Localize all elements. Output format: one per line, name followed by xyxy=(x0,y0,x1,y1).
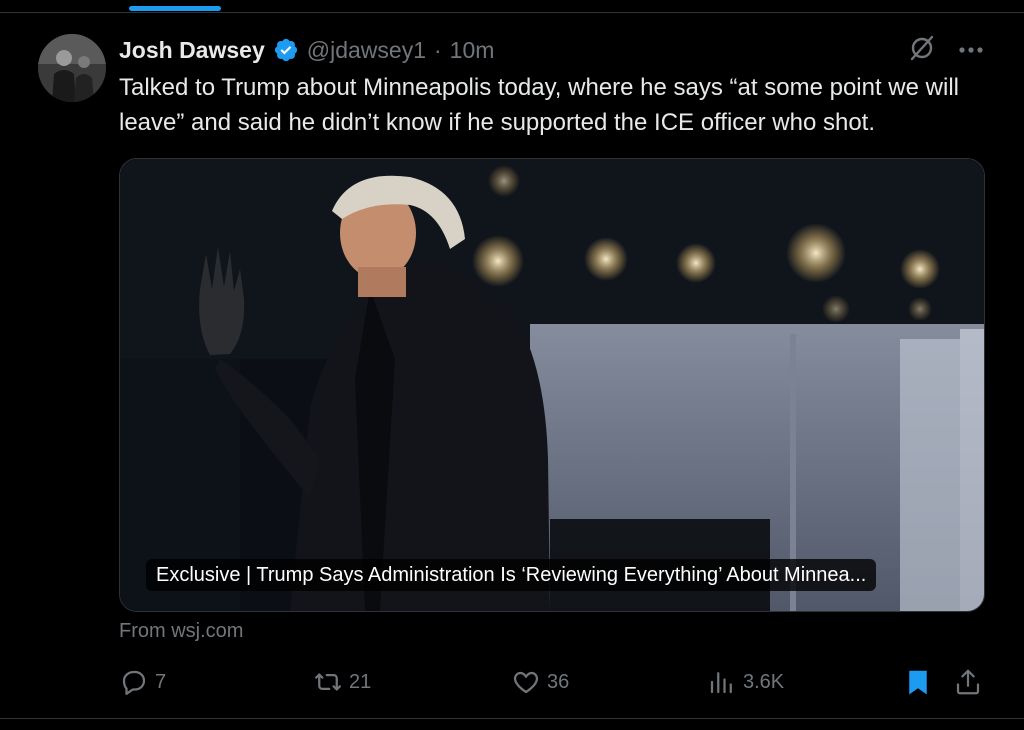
reply-button[interactable]: 7 xyxy=(119,664,166,700)
link-preview-card[interactable]: Exclusive | Trump Says Administration Is… xyxy=(119,158,985,612)
avatar[interactable] xyxy=(38,34,106,102)
repost-button[interactable]: 21 xyxy=(313,664,371,700)
heart-icon xyxy=(511,667,541,697)
article-photo xyxy=(120,159,984,611)
active-tab-indicator xyxy=(129,6,221,11)
more-icon[interactable] xyxy=(958,41,984,59)
share-button[interactable] xyxy=(953,664,983,700)
like-count: 36 xyxy=(547,670,570,693)
avatar-photo xyxy=(38,34,106,102)
views-button[interactable]: 3.6K xyxy=(707,664,784,700)
verified-badge-icon xyxy=(273,37,299,63)
handle[interactable]: @jdawsey1 xyxy=(307,37,426,64)
reply-icon xyxy=(119,667,149,697)
header-actions xyxy=(908,34,984,66)
bottom-divider xyxy=(0,718,1024,719)
bookmark-button[interactable] xyxy=(903,664,933,700)
timestamp[interactable]: 10m xyxy=(450,37,495,64)
article-headline[interactable]: Exclusive | Trump Says Administration Is… xyxy=(146,559,877,591)
link-source[interactable]: From wsj.com xyxy=(119,620,243,643)
separator-dot: · xyxy=(433,36,442,63)
views-count: 3.6K xyxy=(743,670,785,693)
grok-icon[interactable] xyxy=(908,34,936,67)
share-icon xyxy=(953,667,983,697)
tweet-text: Talked to Trump about Minneapolis today,… xyxy=(119,74,959,136)
tweet-header: Josh Dawsey @jdawsey1 · 10m xyxy=(119,34,494,66)
top-divider xyxy=(0,12,1024,13)
bookmark-icon xyxy=(903,667,933,697)
reply-count: 7 xyxy=(155,670,167,693)
repost-icon xyxy=(313,667,343,697)
views-icon xyxy=(707,667,737,697)
like-button[interactable]: 36 xyxy=(511,664,569,700)
display-name[interactable]: Josh Dawsey xyxy=(119,37,265,64)
repost-count: 21 xyxy=(349,670,372,693)
action-bar: 7 21 36 3.6K xyxy=(119,664,989,700)
